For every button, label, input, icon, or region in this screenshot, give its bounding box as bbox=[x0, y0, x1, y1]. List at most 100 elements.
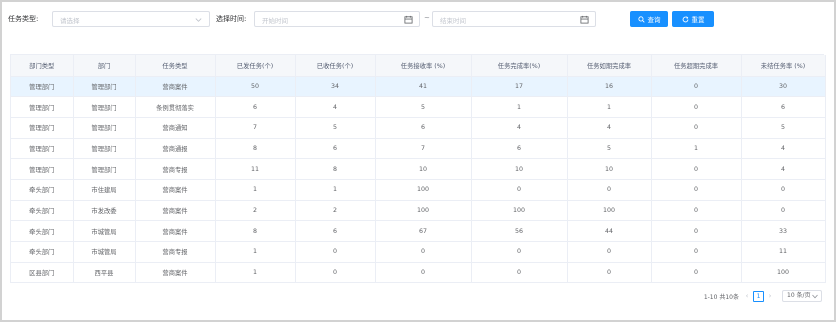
column-header: 任务超期完成率 bbox=[651, 55, 742, 77]
table-cell: 营商案件 bbox=[135, 179, 216, 201]
table-row[interactable]: 牵头部门 市住建局 营商案件 1 1 100 0 0 0 0 bbox=[11, 179, 826, 201]
table-cell: 50 bbox=[215, 76, 296, 98]
column-header: 任务类型 bbox=[135, 55, 216, 77]
table-cell: 营商案件 bbox=[135, 76, 216, 98]
table-cell: 1 bbox=[471, 96, 568, 118]
table-cell: 5 bbox=[567, 138, 652, 160]
table-cell: 34 bbox=[295, 76, 376, 98]
table-cell: 4 bbox=[741, 138, 826, 160]
page-size-value: 10 条/页 bbox=[787, 292, 811, 299]
table-cell: 牵头部门 bbox=[11, 220, 74, 242]
page-button-1[interactable]: 1 bbox=[753, 290, 764, 302]
table-cell: 管理部门 bbox=[11, 76, 74, 98]
table-cell: 6 bbox=[375, 117, 472, 139]
chevron-down-icon bbox=[812, 294, 818, 299]
table-row[interactable]: 管理部门 管理部门 营商通报 8 6 7 6 5 1 4 bbox=[11, 138, 826, 160]
table-row[interactable]: 管理部门 管理部门 营商案件 50 34 41 17 16 0 30 bbox=[11, 76, 826, 98]
table-cell: 0 bbox=[567, 241, 652, 263]
table-cell: 8 bbox=[295, 158, 376, 180]
table-cell: 0 bbox=[651, 117, 742, 139]
page-size-select[interactable]: 10 条/页 bbox=[782, 290, 822, 302]
table-cell: 0 bbox=[651, 179, 742, 201]
table-cell: 营商案件 bbox=[135, 262, 216, 284]
table-cell: 30 bbox=[741, 76, 826, 98]
table-row[interactable]: 管理部门 管理部门 营商通知 7 5 6 4 4 0 5 bbox=[11, 117, 826, 139]
table-cell: 管理部门 bbox=[11, 96, 74, 118]
table-cell: 市发改委 bbox=[73, 200, 136, 222]
prev-page-button[interactable]: ‹ bbox=[743, 292, 751, 300]
table-cell: 0 bbox=[567, 179, 652, 201]
table-row[interactable]: 牵头部门 市发改委 营商案件 2 2 100 100 100 0 0 bbox=[11, 200, 826, 222]
table-cell: 管理部门 bbox=[73, 96, 136, 118]
next-page-button[interactable]: › bbox=[766, 292, 774, 300]
table-cell: 0 bbox=[651, 96, 742, 118]
reset-button[interactable]: 重置 bbox=[672, 11, 714, 27]
table-cell: 1 bbox=[651, 138, 742, 160]
pagination-total: 1-10 共10条 bbox=[703, 293, 739, 301]
table-cell: 1 bbox=[215, 179, 296, 201]
table-cell: 4 bbox=[295, 96, 376, 118]
table-cell: 0 bbox=[375, 241, 472, 263]
search-icon bbox=[637, 15, 645, 23]
table-cell: 0 bbox=[741, 179, 826, 201]
report-panel: 任务类型: 请选择 选择时间: 开始时间 ~ 结束时间 查询 重置 部门类型 部… bbox=[0, 0, 836, 322]
task-type-select[interactable]: 请选择 bbox=[52, 11, 210, 27]
start-date-input[interactable]: 开始时间 bbox=[254, 11, 420, 27]
table-cell: 56 bbox=[471, 220, 568, 242]
column-header: 已收任务(个) bbox=[295, 55, 376, 77]
table-cell: 0 bbox=[471, 241, 568, 263]
table-cell: 5 bbox=[375, 96, 472, 118]
table-cell: 17 bbox=[471, 76, 568, 98]
query-label: 查询 bbox=[647, 16, 661, 24]
table-cell: 5 bbox=[295, 117, 376, 139]
table-cell: 营商案件 bbox=[135, 220, 216, 242]
table-cell: 100 bbox=[741, 262, 826, 284]
table-cell: 16 bbox=[567, 76, 652, 98]
calendar-icon bbox=[580, 15, 589, 24]
table-cell: 2 bbox=[215, 200, 296, 222]
table-cell: 100 bbox=[567, 200, 652, 222]
column-header: 任务完成率(%) bbox=[471, 55, 568, 77]
table-cell: 100 bbox=[375, 179, 472, 201]
table-cell: 6 bbox=[741, 96, 826, 118]
table-cell: 0 bbox=[741, 200, 826, 222]
table-cell: 管理部门 bbox=[73, 117, 136, 139]
column-header: 未结任务率 (%) bbox=[741, 55, 826, 77]
table-cell: 0 bbox=[567, 262, 652, 284]
table-cell: 6 bbox=[215, 96, 296, 118]
reset-label: 重置 bbox=[691, 16, 705, 24]
table-cell: 0 bbox=[651, 262, 742, 284]
table-cell: 营商专报 bbox=[135, 158, 216, 180]
table-cell: 6 bbox=[471, 138, 568, 160]
table-cell: 4 bbox=[567, 117, 652, 139]
query-button[interactable]: 查询 bbox=[630, 11, 668, 27]
column-header: 任务如期完成率 bbox=[567, 55, 652, 77]
table-cell: 0 bbox=[471, 179, 568, 201]
end-date-placeholder: 结束时间 bbox=[440, 17, 466, 25]
range-separator: ~ bbox=[424, 14, 430, 22]
chevron-down-icon bbox=[195, 18, 202, 22]
table-cell: 区县部门 bbox=[11, 262, 74, 284]
table-cell: 条例贯彻落实 bbox=[135, 96, 216, 118]
table-cell: 0 bbox=[471, 262, 568, 284]
table-cell: 牵头部门 bbox=[11, 241, 74, 263]
table-cell: 1 bbox=[295, 179, 376, 201]
table-cell: 0 bbox=[651, 241, 742, 263]
table-cell: 管理部门 bbox=[11, 117, 74, 139]
table-row[interactable]: 管理部门 管理部门 营商专报 11 8 10 10 10 0 4 bbox=[11, 158, 826, 180]
table-row[interactable]: 管理部门 管理部门 条例贯彻落实 6 4 5 1 1 0 6 bbox=[11, 96, 826, 118]
calendar-icon bbox=[404, 15, 413, 24]
table-row[interactable]: 牵头部门 市城管局 营商专报 1 0 0 0 0 0 11 bbox=[11, 241, 826, 263]
table-cell: 营商通知 bbox=[135, 117, 216, 139]
table-cell: 11 bbox=[215, 158, 296, 180]
table-cell: 100 bbox=[375, 200, 472, 222]
table-row[interactable]: 牵头部门 市城管局 营商案件 8 6 67 56 44 0 33 bbox=[11, 220, 826, 242]
end-date-input[interactable]: 结束时间 bbox=[432, 11, 596, 27]
table-row[interactable]: 区县部门 西平县 营商案件 1 0 0 0 0 0 100 bbox=[11, 262, 826, 284]
table-header: 部门类型 部门 任务类型 已发任务(个) 已收任务(个) 任务接收率 (%) 任务完成率(%… bbox=[11, 55, 826, 77]
table-cell: 0 bbox=[375, 262, 472, 284]
table-cell: 管理部门 bbox=[73, 158, 136, 180]
table-cell: 管理部门 bbox=[73, 138, 136, 160]
table-cell: 11 bbox=[741, 241, 826, 263]
task-type-placeholder: 请选择 bbox=[60, 17, 80, 25]
